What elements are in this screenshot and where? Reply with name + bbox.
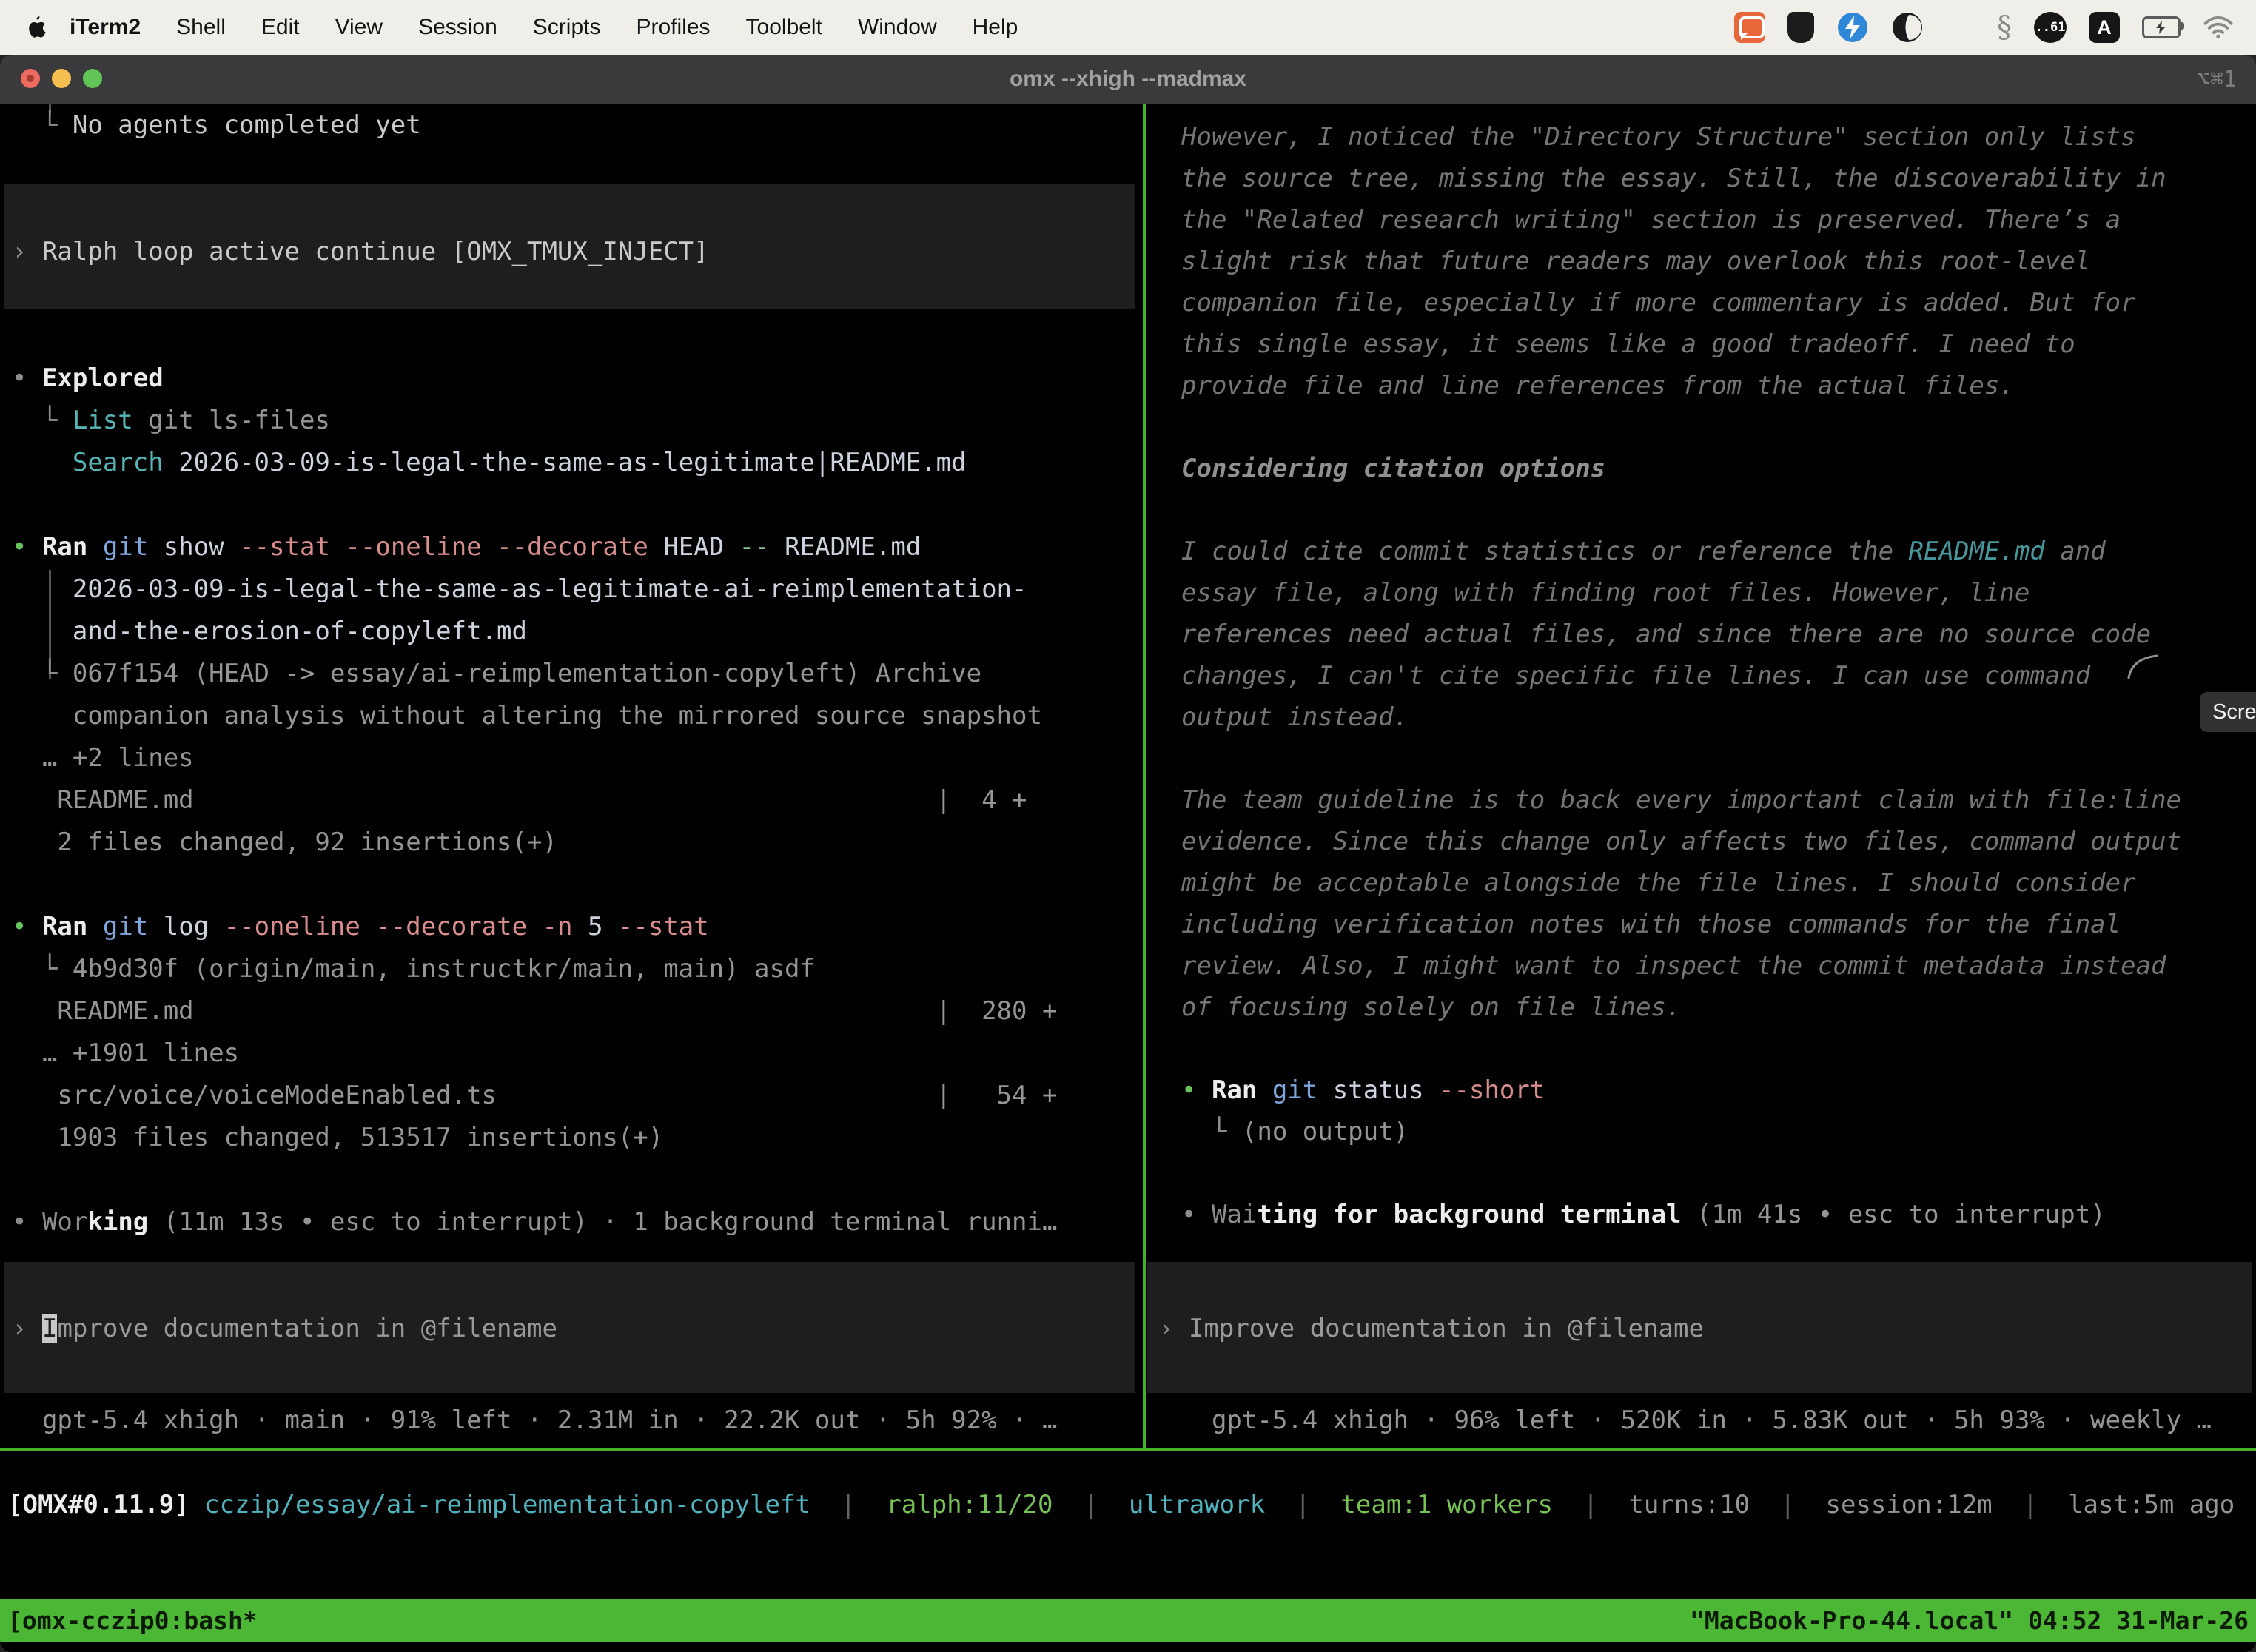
right-input-text: › Improve documentation in @filename bbox=[1158, 1309, 1704, 1349]
dots-grid-icon[interactable] bbox=[1946, 13, 1975, 42]
terminal-line: Search 2026-03-09-is-legal-the-same-as-l… bbox=[12, 443, 967, 483]
terminal-line: • Explored bbox=[12, 358, 164, 398]
terminal-line: └ No agents completed yet bbox=[12, 105, 421, 145]
terminal-line: • Working (11m 13s • esc to interrupt) ·… bbox=[12, 1202, 1057, 1242]
terminal-line: • Waiting for background terminal (1m 41… bbox=[1181, 1195, 2106, 1235]
terminal-line: • Ran git log --oneline --decorate -n 5 … bbox=[12, 907, 709, 947]
terminal-line: However, I noticed the "Directory Struct… bbox=[1181, 117, 2136, 157]
window-title: omx --xhigh --madmax bbox=[0, 55, 2256, 104]
left-model-status: gpt-5.4 xhigh · main · 91% left · 2.31M … bbox=[12, 1400, 1057, 1440]
menu-item-view[interactable]: View bbox=[318, 15, 400, 39]
pane-divider[interactable] bbox=[1143, 104, 1146, 1449]
terminal-line: Considering citation options bbox=[1181, 449, 1605, 488]
menu-item-toolbelt[interactable]: Toolbelt bbox=[728, 15, 840, 39]
terminal-line: the "Related research writing" section i… bbox=[1181, 200, 2121, 240]
terminal-line: • Ran git status --short bbox=[1181, 1070, 1545, 1110]
terminal-line: the source tree, missing the essay. Stil… bbox=[1181, 158, 2166, 198]
terminal-line: references need actual files, and since … bbox=[1181, 614, 2151, 654]
terminal-line: … +1901 lines bbox=[12, 1033, 239, 1073]
squiggle-icon[interactable]: § bbox=[1997, 10, 2012, 44]
terminal-line: └ List git ls-files bbox=[12, 400, 330, 440]
badge-61-icon[interactable]: ..61 bbox=[2034, 12, 2067, 43]
menu-item-help[interactable]: Help bbox=[955, 15, 1036, 39]
window-shortcut-badge: ⌥⌘1 bbox=[2197, 55, 2237, 104]
terminal-line: └ 067f154 (HEAD -> essay/ai-reimplementa… bbox=[12, 654, 981, 694]
terminal-line: slight risk that future readers may over… bbox=[1181, 241, 2090, 281]
terminal-line: of focusing solely on file lines. bbox=[1181, 987, 1682, 1027]
tmux-session-label: [omx-cczip0:bash* bbox=[7, 1606, 258, 1635]
macos-menu-bar: iTerm2ShellEditViewSessionScriptsProfile… bbox=[0, 0, 2256, 55]
terminal-line: └ (no output) bbox=[1181, 1112, 1409, 1152]
terminal-line: might be acceptable alongside the file l… bbox=[1181, 863, 2136, 903]
terminal-line: review. Also, I might want to inspect th… bbox=[1181, 946, 2166, 986]
screen-share-button[interactable]: Scre bbox=[2200, 692, 2256, 732]
terminal-line: 2 files changed, 92 insertions(+) bbox=[12, 822, 557, 862]
menu-item-profiles[interactable]: Profiles bbox=[618, 15, 728, 39]
terminal-content: └ No agents completed yet › Ralph loop ac… bbox=[0, 104, 2256, 1652]
terminal-line: … +2 lines bbox=[12, 738, 194, 778]
tmux-host-clock: "MacBook-Pro-44.local" 04:52 31-Mar-26 bbox=[1690, 1606, 2249, 1635]
battery-icon[interactable] bbox=[2142, 16, 2181, 38]
menu-item-session[interactable]: Session bbox=[400, 15, 515, 39]
menu-status-icons: § ..61 A bbox=[1734, 10, 2256, 44]
iterm2-window: omx --xhigh --madmax ⌥⌘1 └ No agents com… bbox=[0, 55, 2256, 1652]
terminal-line: essay file, along with finding root file… bbox=[1181, 573, 2030, 613]
terminal-line: companion file, especially if more comme… bbox=[1181, 283, 2136, 323]
menu-item-scripts[interactable]: Scripts bbox=[515, 15, 619, 39]
terminal-line: and-the-erosion-of-copyleft.md bbox=[12, 611, 527, 651]
input-source-icon[interactable]: A bbox=[2089, 12, 2120, 43]
terminal-line: • Ran git show --stat --oneline --decora… bbox=[12, 527, 921, 567]
window-title-bar: omx --xhigh --madmax ⌥⌘1 bbox=[0, 55, 2256, 104]
bolt-badge-icon[interactable] bbox=[1836, 11, 1869, 44]
terminal-line: └ 4b9d30f (origin/main, instructkr/main,… bbox=[12, 949, 815, 989]
terminal-line: › Ralph loop active continue [OMX_TMUX_I… bbox=[12, 232, 709, 272]
terminal-line: The team guideline is to back every impo… bbox=[1181, 780, 2181, 820]
apple-menu-icon[interactable] bbox=[25, 14, 47, 41]
menu-item-shell[interactable]: Shell bbox=[158, 15, 244, 39]
terminal-line: output instead. bbox=[1181, 697, 1409, 737]
chat-icon[interactable] bbox=[1734, 12, 1765, 43]
omx-status-line: [OMX#0.11.9] cczip/essay/ai-reimplementa… bbox=[7, 1485, 2235, 1525]
terminal-line: companion analysis without altering the … bbox=[12, 696, 1042, 736]
terminal-line: including verification notes with those … bbox=[1181, 904, 2121, 944]
menu-item-iterm2[interactable]: iTerm2 bbox=[47, 15, 158, 39]
terminal-line: src/voice/voiceModeEnabled.ts | 54 + bbox=[12, 1075, 1057, 1115]
tmux-status-bar: [omx-cczip0:bash* "MacBook-Pro-44.local"… bbox=[0, 1599, 2256, 1642]
cursor-arc bbox=[2126, 653, 2160, 679]
terminal-line: this single essay, it seems like a good … bbox=[1181, 324, 2075, 364]
shield-grid-icon[interactable] bbox=[1787, 12, 1814, 43]
terminal-line: README.md | 4 + bbox=[12, 780, 1027, 820]
pie-icon[interactable] bbox=[1891, 11, 1924, 44]
pane-bottom-border bbox=[0, 1448, 2256, 1451]
terminal-line: I could cite commit statistics or refere… bbox=[1181, 531, 2106, 571]
terminal-line: 1903 files changed, 513517 insertions(+) bbox=[12, 1118, 663, 1158]
terminal-line: 2026-03-09-is-legal-the-same-as-legitima… bbox=[12, 569, 1027, 609]
menu-item-edit[interactable]: Edit bbox=[244, 15, 318, 39]
menu-items: iTerm2ShellEditViewSessionScriptsProfile… bbox=[47, 15, 1035, 40]
terminal-line: changes, I can't cite specific file line… bbox=[1181, 656, 2090, 696]
right-model-status: gpt-5.4 xhigh · 96% left · 520K in · 5.8… bbox=[1181, 1400, 2212, 1440]
terminal-line: evidence. Since this change only affects… bbox=[1181, 822, 2181, 862]
wifi-icon[interactable] bbox=[2203, 16, 2234, 39]
left-input-text: › Improve documentation in @filename bbox=[12, 1309, 557, 1349]
menu-item-window[interactable]: Window bbox=[840, 15, 955, 39]
terminal-line: provide file and line references from th… bbox=[1181, 366, 2015, 406]
terminal-line: README.md | 280 + bbox=[12, 991, 1057, 1031]
